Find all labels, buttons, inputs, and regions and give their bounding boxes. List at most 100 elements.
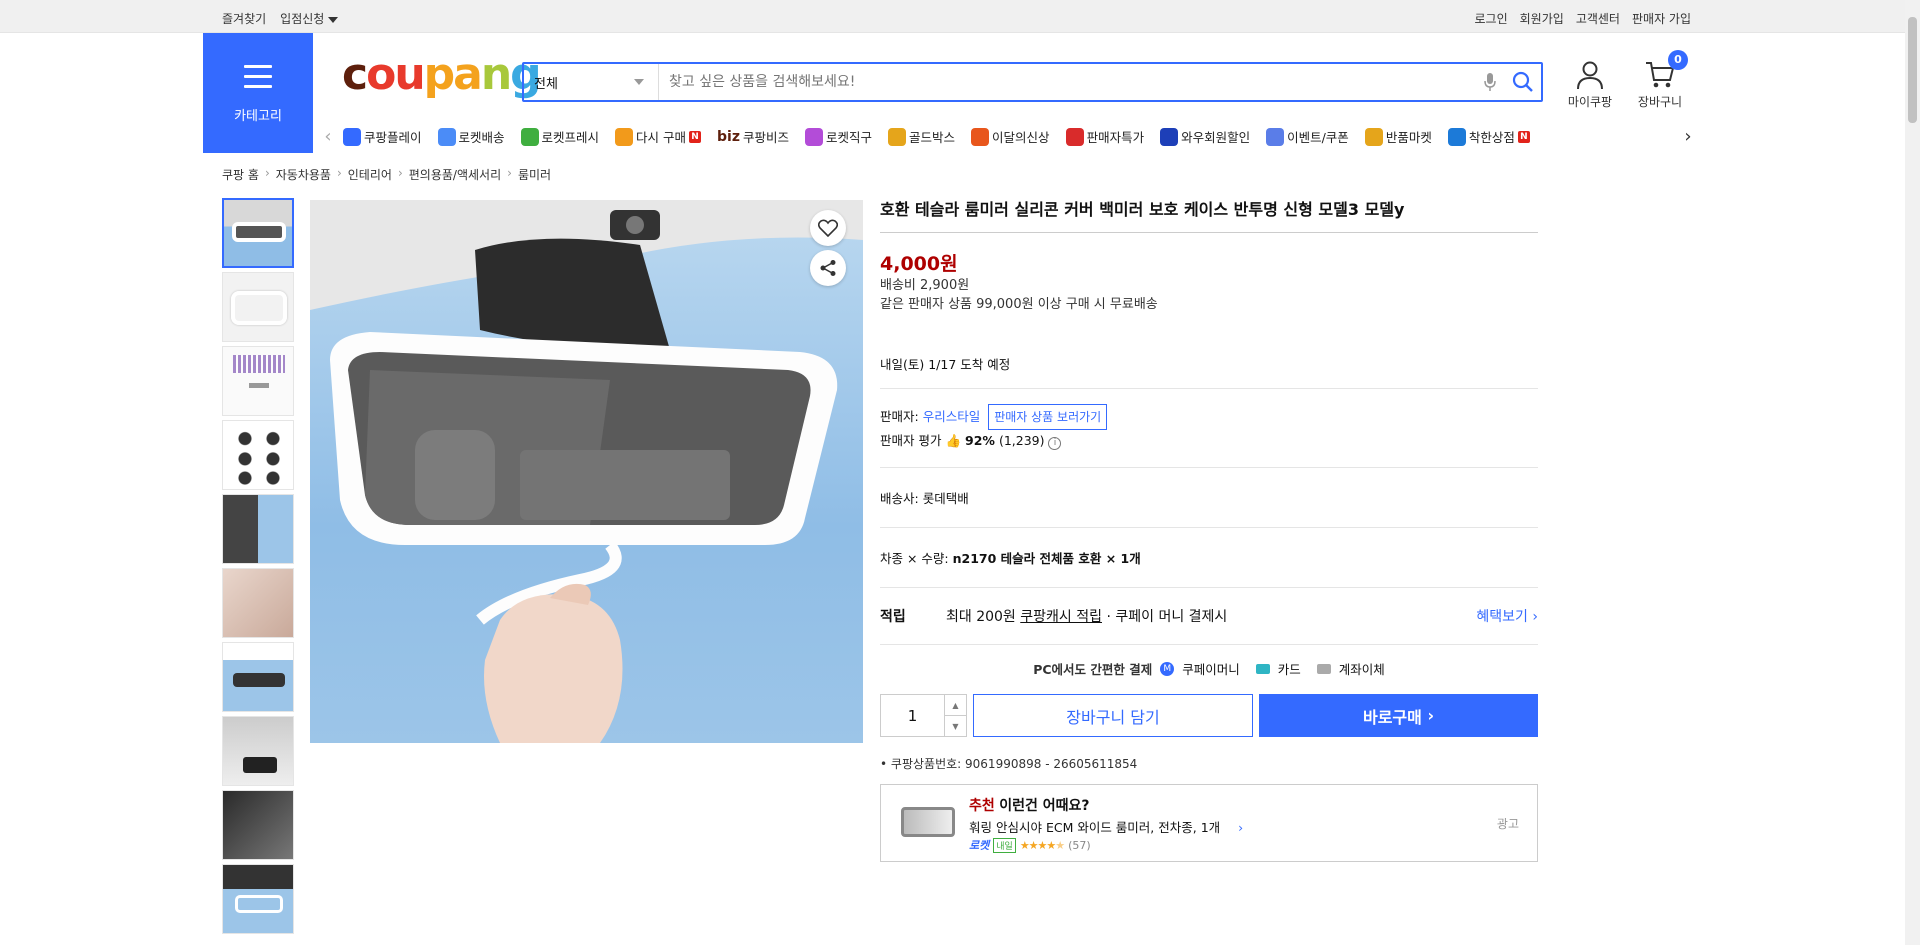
search-scope-select[interactable]: 전체 (524, 64, 659, 100)
scrollbar-thumb[interactable] (1908, 17, 1917, 123)
dropdown-arrow-icon (634, 79, 644, 85)
category-label: 카테고리 (234, 109, 282, 124)
breadcrumb: 쿠팡 홈 › 자동차용품 › 인테리어 › 편의용품/액세서리 › 룸미러 (222, 166, 551, 183)
breadcrumb-mirror[interactable]: 룸미러 (518, 166, 551, 183)
thumbnail-10[interactable] (222, 864, 294, 934)
goldbox-icon (888, 127, 907, 146)
points-max: 최대 200원 (946, 609, 1016, 625)
seller-apply-link[interactable]: 입점신청 (280, 10, 339, 27)
category-nav-item-10[interactable]: 이벤트/쿠폰 (1266, 127, 1349, 146)
buy-now-button[interactable]: 바로구매 › (1259, 694, 1538, 737)
arrival-text: 내일(토) 1/17 도착 예정 (880, 357, 1011, 372)
pay-method-coupay: 쿠페이머니 (1182, 662, 1240, 677)
category-nav-item-7[interactable]: 이달의신상 (971, 127, 1050, 146)
coupang-logo[interactable]: coupang (342, 50, 542, 100)
rocket-icon (437, 127, 456, 146)
option-label: 차종 × 수량: (880, 551, 949, 566)
category-nav-item-2[interactable]: 로켓프레시 (520, 127, 599, 146)
share-button[interactable] (810, 250, 846, 286)
shipping-fee: 배송비 2,900원 (880, 278, 970, 293)
category-nav-label: 이벤트/쿠폰 (1287, 130, 1349, 145)
voice-search-icon[interactable] (1475, 67, 1505, 97)
top-utility-bar: 즐겨찾기 입점신청 로그인 회원가입 고객센터 판매자 가입 (0, 0, 1905, 33)
add-to-cart-button[interactable]: 장바구니 담기 (973, 694, 1253, 737)
page-scrollbar[interactable] (1905, 0, 1920, 945)
pay-method-bank: 계좌이체 (1338, 662, 1385, 677)
category-nav-item-6[interactable]: 골드박스 (888, 127, 955, 146)
hamburger-icon (244, 65, 272, 88)
thumbnail-7[interactable] (222, 642, 294, 712)
thumbnail-5[interactable] (222, 494, 294, 564)
category-nav-item-11[interactable]: 반품마켓 (1364, 127, 1432, 146)
points-condition: · 쿠페이 머니 결제시 (1106, 609, 1228, 625)
chevron-right-icon: › (1427, 706, 1435, 725)
thumbnail-3[interactable] (222, 346, 294, 416)
search-input[interactable] (659, 64, 1475, 100)
wow-icon (1160, 127, 1179, 146)
product-title: 호환 테슬라 룸미러 실리콘 커버 백미러 보호 케이스 반투명 신형 모델3 … (880, 200, 1538, 233)
product-info: 호환 테슬라 룸미러 실리콘 커버 백미러 보호 케이스 반투명 신형 모델3 … (880, 200, 1538, 862)
search-icon[interactable] (1505, 67, 1541, 97)
seller-name-link[interactable]: 우리스타일 (923, 409, 981, 424)
coupon-icon (1266, 127, 1285, 146)
category-nav-item-5[interactable]: 로켓직구 (805, 127, 872, 146)
seller-row: 판매자: 우리스타일 판매자 상품 보러가기 판매자 평가 👍 92% (1,2… (880, 389, 1538, 468)
star-rating: ★★★★★ (1019, 838, 1065, 852)
benefit-link[interactable]: 혜택보기 › (1476, 606, 1538, 626)
signup-link[interactable]: 회원가입 (1520, 10, 1564, 27)
info-icon[interactable]: i (1048, 437, 1062, 450)
percent-icon (1065, 127, 1084, 146)
bookmark-link[interactable]: 즐겨찾기 (222, 10, 266, 27)
chevron-left-icon[interactable]: ‹ (313, 126, 343, 147)
breadcrumb-home[interactable]: 쿠팡 홈 (222, 166, 259, 183)
category-nav-label: 와우회원할인 (1181, 130, 1251, 145)
free-shipping-condition: 같은 판매자 상품 99,000원 이상 구매 시 무료배송 (880, 297, 1158, 312)
seller-products-button[interactable]: 판매자 상품 보러가기 (988, 404, 1108, 430)
thumbnail-1[interactable] (222, 198, 294, 268)
breadcrumb-separator-icon: › (507, 166, 512, 180)
login-link[interactable]: 로그인 (1475, 10, 1508, 27)
customer-center-link[interactable]: 고객센터 (1576, 10, 1620, 27)
thumbnail-8[interactable] (222, 716, 294, 786)
product-price: 4,000원 (880, 253, 958, 275)
quantity-input[interactable]: 1 (881, 695, 944, 736)
breadcrumb-car[interactable]: 자동차용품 (276, 166, 331, 183)
product-code-label: 쿠팡상품번호: (890, 757, 962, 771)
category-nav-item-3[interactable]: 다시 구매 N (615, 127, 702, 146)
category-nav-item-0[interactable]: 쿠팡플레이 (343, 127, 422, 146)
chevron-right-icon[interactable]: › (1673, 126, 1703, 147)
thumbnail-9[interactable] (222, 790, 294, 860)
category-nav-label: 착한상점 (1468, 130, 1515, 145)
seller-signup-link[interactable]: 판매자 가입 (1632, 10, 1691, 27)
seller-rating-label: 판매자 평가 (880, 433, 942, 448)
seller-rating-value: 92% (965, 433, 995, 448)
mycoupang-button[interactable]: 마이쿠팡 (1562, 60, 1618, 110)
breadcrumb-accessory[interactable]: 편의용품/액세서리 (409, 166, 501, 183)
bank-icon (1316, 663, 1331, 674)
category-button[interactable]: 카테고리 (203, 33, 313, 153)
seller-rating-count: (1,239) (998, 433, 1045, 448)
quantity-down-icon[interactable]: ▼ (945, 716, 966, 736)
thumbnail-2[interactable] (222, 272, 294, 342)
thumbnail-4[interactable] (222, 420, 294, 490)
search-scope-value: 전체 (534, 76, 558, 92)
heart-icon (818, 219, 838, 237)
quantity-up-icon[interactable]: ▲ (945, 695, 966, 716)
benefit-link-label: 혜택보기 (1476, 609, 1528, 625)
reco-heading: 이런건 어때요? (999, 798, 1090, 814)
arrival-row: 내일(토) 1/17 도착 예정 (880, 324, 1538, 389)
rocket-badge: 로켓 (969, 839, 990, 852)
category-nav-item-1[interactable]: 로켓배송 (437, 127, 505, 146)
wishlist-button[interactable] (810, 210, 846, 246)
category-nav-item-8[interactable]: 판매자특가 (1065, 127, 1144, 146)
category-nav-label: 쿠팡비즈 (743, 130, 790, 145)
search-bar: 전체 (522, 62, 1543, 102)
pay-method-card: 카드 (1277, 662, 1301, 677)
cart-button[interactable]: 장바구니 0 (1632, 50, 1688, 110)
breadcrumb-interior[interactable]: 인테리어 (348, 166, 392, 183)
category-nav-item-4[interactable]: biz 쿠팡비즈 (717, 127, 789, 146)
recommendation-box[interactable]: 추천 이런건 어때요? 훠링 안심시야 ECM 와이드 룸미러, 전차종, 1개… (880, 784, 1538, 862)
category-nav-item-9[interactable]: 와우회원할인 (1160, 127, 1250, 146)
category-nav-item-12[interactable]: 착한상점 N (1447, 127, 1530, 146)
thumbnail-6[interactable] (222, 568, 294, 638)
